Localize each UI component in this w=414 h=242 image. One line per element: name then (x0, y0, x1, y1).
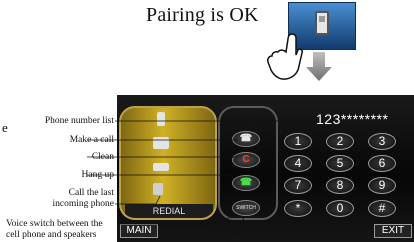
callout-clean: Clean (91, 152, 114, 162)
phonebook-icon (157, 112, 165, 126)
key-0[interactable]: 0 (326, 200, 354, 217)
pairing-title: Pairing is OK (146, 4, 259, 26)
key-4[interactable]: 4 (284, 155, 312, 172)
key-3[interactable]: 3 (368, 133, 396, 150)
redial-button[interactable]: REDIAL (125, 204, 213, 218)
clean-label: C (242, 154, 250, 165)
sidebar-item-music[interactable] (127, 180, 207, 198)
music-note-icon (153, 183, 163, 195)
key-9[interactable]: 9 (368, 177, 396, 194)
mobile-phone-icon (315, 11, 329, 35)
handset-icon: ☎ (239, 133, 253, 144)
key-5[interactable]: 5 (326, 155, 354, 172)
hang-up-icon: ☎ (239, 177, 253, 188)
key-2[interactable]: 2 (326, 133, 354, 150)
key-8[interactable]: 8 (326, 177, 354, 194)
callout-make-call: Make a call (69, 135, 114, 145)
down-arrow-icon (306, 52, 332, 81)
exit-button[interactable]: EXIT (374, 224, 412, 238)
hang-up-button[interactable]: ☎ (232, 175, 260, 191)
sidebar-item-network[interactable] (127, 158, 207, 176)
sidebar-item-phone[interactable] (127, 134, 207, 152)
switch-button[interactable]: SWITCH (232, 200, 260, 216)
key-hash[interactable]: # (368, 200, 396, 217)
key-6[interactable]: 6 (368, 155, 396, 172)
number-display: 123******** (316, 111, 389, 127)
key-star[interactable]: * (284, 200, 312, 217)
callout-call-last-line2: incoming phone (52, 199, 114, 209)
main-button[interactable]: MAIN (120, 224, 158, 238)
clean-button[interactable]: C (232, 152, 260, 168)
make-call-button[interactable]: ☎ (232, 131, 260, 147)
sidebar: REDIAL (119, 106, 217, 220)
network-icon (153, 163, 169, 171)
callout-voice-line1: Voice switch between the (6, 219, 103, 229)
cut-off-text: e (2, 120, 8, 135)
callout-hang-up: Hang up (81, 170, 114, 180)
callout-voice-line2: cell phone and speakers (6, 230, 97, 240)
callout-phone-list: Phone number list (44, 116, 114, 126)
key-7[interactable]: 7 (284, 177, 312, 194)
callout-call-last-line1: Call the last (68, 188, 114, 198)
sidebar-item-phonebook[interactable] (127, 110, 207, 128)
key-1[interactable]: 1 (284, 133, 312, 150)
handset-icon (153, 137, 169, 149)
switch-label: SWITCH (236, 205, 256, 211)
